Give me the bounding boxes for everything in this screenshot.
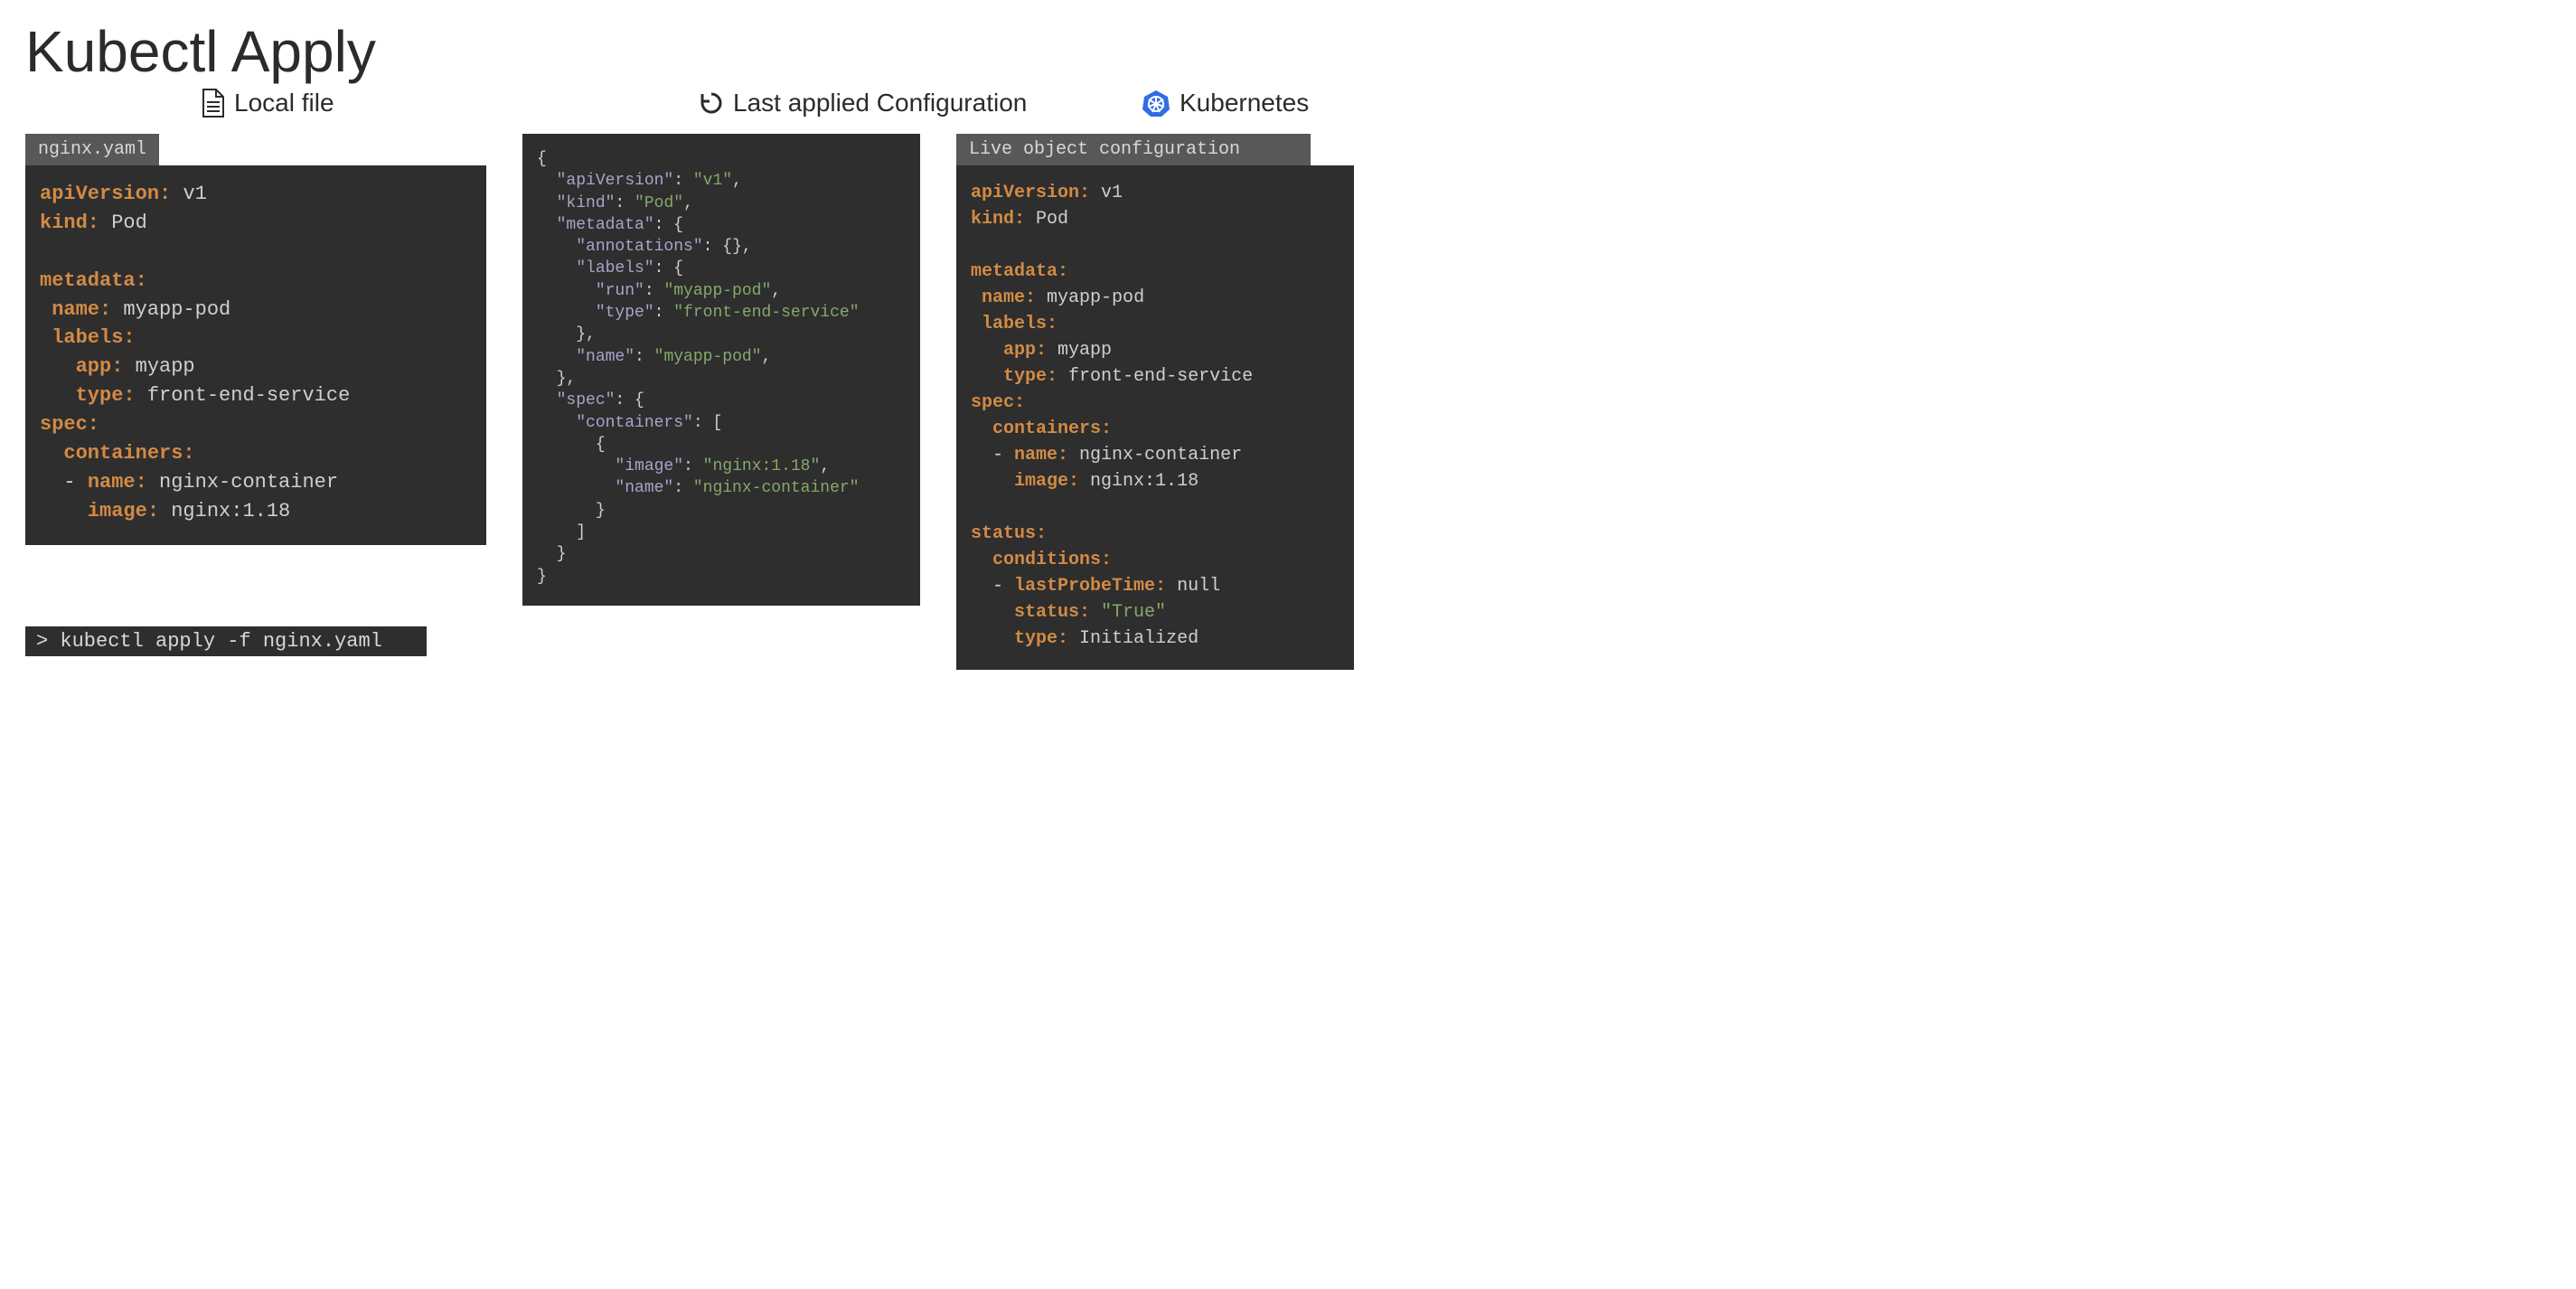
col-head-local-label: Local file bbox=[234, 89, 334, 118]
panel-last-applied: { "apiVersion": "v1", "kind": "Pod", "me… bbox=[522, 134, 920, 606]
right-c0-image: nginx:1.18 bbox=[1090, 471, 1199, 492]
mid-c0-image: nginx:1.18 bbox=[712, 457, 810, 475]
code-mid: { "apiVersion": "v1", "kind": "Pod", "me… bbox=[522, 134, 920, 606]
col-head-k8s: Kubernetes bbox=[1133, 89, 1309, 118]
right-meta-name: myapp-pod bbox=[1047, 287, 1144, 308]
command-line: > kubectl apply -f nginx.yaml bbox=[25, 626, 427, 656]
right-cond-lpt: null bbox=[1177, 576, 1220, 597]
panel-live: Live object configuration apiVersion: v1… bbox=[956, 134, 1354, 670]
right-c0-name: nginx-container bbox=[1079, 445, 1242, 466]
col-head-last: Last applied Configuration bbox=[681, 89, 1133, 118]
mid-c0-name: nginx-container bbox=[703, 479, 850, 497]
left-meta-name: myapp-pod bbox=[123, 298, 230, 321]
right-label-type: front-end-service bbox=[1068, 366, 1253, 387]
file-icon bbox=[202, 89, 225, 118]
col-head-last-label: Last applied Configuration bbox=[733, 89, 1027, 118]
page-title: Kubectl Apply bbox=[25, 18, 1385, 85]
right-apiVersion: v1 bbox=[1101, 183, 1123, 203]
command-prompt: > bbox=[36, 630, 48, 653]
left-c0-image: nginx:1.18 bbox=[171, 500, 290, 522]
mid-annotations: {} bbox=[722, 238, 742, 256]
file-tab-left: nginx.yaml bbox=[25, 134, 159, 165]
file-tab-right: Live object configuration bbox=[956, 134, 1311, 165]
col-head-k8s-label: Kubernetes bbox=[1180, 89, 1309, 118]
right-cond-status: "True" bbox=[1101, 602, 1166, 623]
code-right: apiVersion: v1 kind: Pod metadata: name:… bbox=[956, 165, 1354, 670]
column-headers: Local file Last applied Configuration bbox=[25, 89, 1385, 118]
right-cond-type: Initialized bbox=[1079, 628, 1199, 649]
mid-meta-name: myapp-pod bbox=[663, 348, 751, 366]
panels-row: nginx.yaml apiVersion: v1 kind: Pod meta… bbox=[25, 134, 1385, 670]
left-label-type: front-end-service bbox=[147, 384, 350, 407]
mid-label-run: myapp-pod bbox=[673, 282, 761, 300]
col-head-local: Local file bbox=[25, 89, 681, 118]
mid-apiVersion: v1 bbox=[703, 172, 723, 190]
code-left: apiVersion: v1 kind: Pod metadata: name:… bbox=[25, 165, 486, 545]
slide: Kubectl Apply Local file Las bbox=[0, 0, 1410, 697]
right-kind: Pod bbox=[1036, 209, 1068, 230]
command-text: kubectl apply -f nginx.yaml bbox=[60, 630, 381, 653]
left-c0-name: nginx-container bbox=[159, 471, 338, 494]
panel-local: nginx.yaml apiVersion: v1 kind: Pod meta… bbox=[25, 134, 486, 656]
kubernetes-icon bbox=[1142, 89, 1170, 118]
left-kind: Pod bbox=[111, 212, 147, 234]
undo-icon bbox=[699, 90, 724, 116]
mid-label-type: front-end-service bbox=[683, 304, 850, 322]
left-label-app: myapp bbox=[136, 355, 195, 378]
left-apiVersion: v1 bbox=[183, 183, 206, 205]
right-label-app: myapp bbox=[1058, 340, 1112, 361]
mid-kind: Pod bbox=[644, 194, 673, 212]
